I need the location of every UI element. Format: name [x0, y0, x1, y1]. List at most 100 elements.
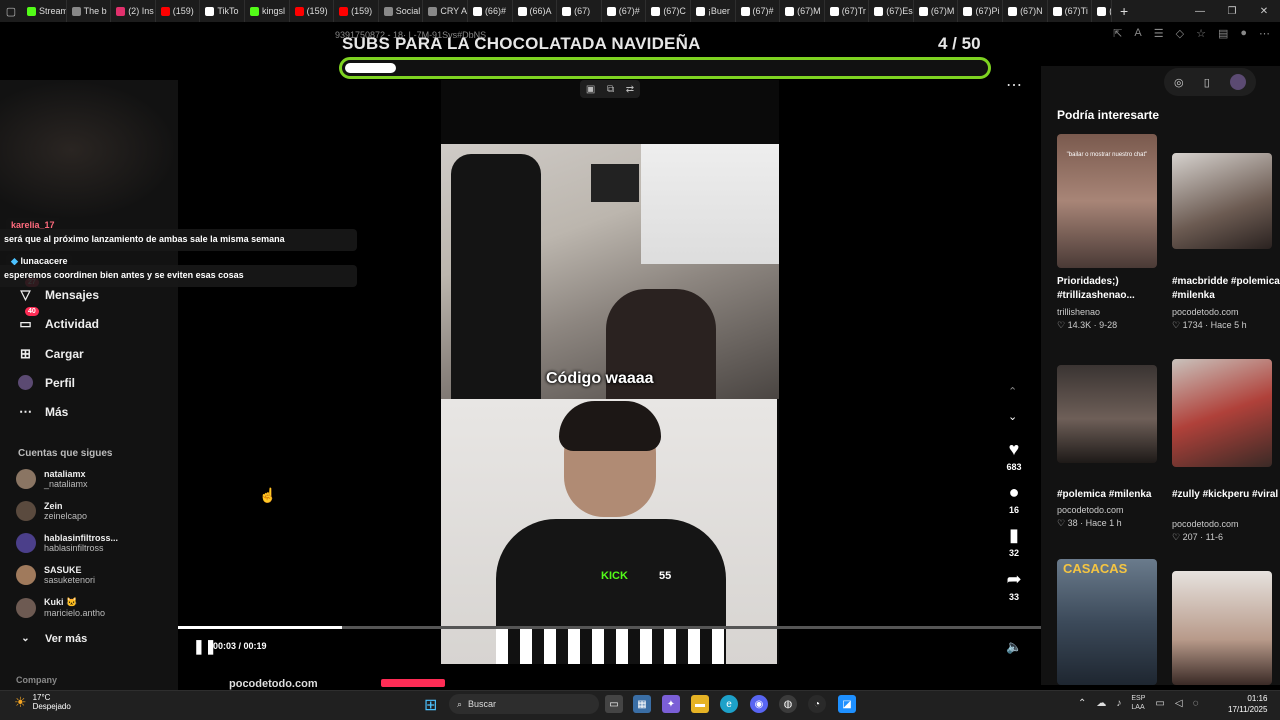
recommendation-thumbnail[interactable]	[1172, 359, 1272, 467]
recommendation-thumbnail[interactable]	[1057, 365, 1157, 463]
copilot-icon[interactable]: ✦	[662, 695, 680, 713]
file-explorer-icon[interactable]: ▬	[691, 695, 709, 713]
browser-tab[interactable]: (66)#	[468, 0, 513, 22]
like-button[interactable]: ♥ 683	[1000, 440, 1028, 472]
discord-icon[interactable]: ◉	[750, 695, 768, 713]
share-button[interactable]: ➦ 33	[1000, 570, 1028, 602]
recommendation-caption[interactable]: #zully #kickperu #viral	[1172, 488, 1280, 502]
previous-video-icon[interactable]: ⌃	[1008, 385, 1017, 398]
browser-tab[interactable]: (159)	[290, 0, 335, 22]
browser-tab[interactable]: (67)#	[736, 0, 781, 22]
profile-icon[interactable]: ●	[1240, 27, 1247, 40]
following-account[interactable]: Kuki 🐱 maricielo.antho	[16, 597, 105, 618]
browser-tab[interactable]: (159)	[334, 0, 379, 22]
taskbar-search[interactable]: ⌕ Buscar	[449, 694, 599, 714]
see-more-button[interactable]: ⌄ Ver más	[18, 631, 87, 646]
browser-tab[interactable]: (67)Pi	[958, 0, 1004, 22]
recommendation-author[interactable]: pocodetodo.com	[1172, 519, 1239, 529]
speaker-icon[interactable]: ◁	[1175, 698, 1183, 709]
browser-tab[interactable]: Social	[379, 0, 424, 22]
recommendation-thumbnail[interactable]: "bailar o mostrar nuestro chat"	[1057, 134, 1157, 268]
volume-icon[interactable]: 🔈	[1006, 639, 1022, 655]
browser-tab[interactable]: (67)#	[602, 0, 647, 22]
picture-in-picture-icon[interactable]: ⧉	[607, 84, 614, 95]
recommendation-caption[interactable]: #macbridde #polemica #milenka	[1172, 275, 1280, 303]
following-account[interactable]: hablasinfiltross... hablasinfiltross	[16, 533, 118, 553]
browser-tab[interactable]: Stream	[22, 0, 67, 22]
browser-tab[interactable]: CRY A	[423, 0, 468, 22]
recommendation-author[interactable]: pocodetodo.com	[1172, 307, 1239, 317]
open-in-app-icon[interactable]: ⇱	[1113, 27, 1122, 40]
edge-icon[interactable]: e	[720, 695, 738, 713]
app-icon[interactable]: ◔	[808, 695, 826, 713]
device-icon[interactable]: ▯	[1204, 76, 1210, 89]
next-video-icon[interactable]: ⌄	[1008, 410, 1017, 423]
menu-icon[interactable]: ⋯	[1259, 27, 1270, 40]
new-tab-icon[interactable]: +	[1112, 3, 1136, 19]
recommendation-caption[interactable]: #polemica #milenka	[1057, 488, 1165, 502]
sidebar-item-more[interactable]: ⋯ Más	[18, 404, 68, 419]
sidebar-item-activity[interactable]: ▭ 40 Actividad	[18, 307, 99, 331]
comment-button[interactable]: ● 16	[1000, 483, 1028, 515]
compass-icon[interactable]: ◎	[1174, 76, 1184, 89]
browser-tab[interactable]: (	[1092, 0, 1112, 22]
browser-tab[interactable]: (67)Tr	[825, 0, 870, 22]
avatar[interactable]	[1229, 74, 1246, 90]
chevron-up-icon[interactable]: ⌃	[1078, 698, 1086, 709]
collections-icon[interactable]: ▤	[1218, 27, 1228, 40]
microphone-icon[interactable]: ♪	[1116, 698, 1121, 709]
windows-start-icon[interactable]: ⊞	[424, 695, 437, 715]
task-view-icon[interactable]: ▭	[605, 695, 623, 713]
extensions-icon[interactable]: ◇	[1176, 27, 1184, 40]
screenshot-icon[interactable]: ▣	[586, 84, 595, 95]
store-icon[interactable]: ▦	[633, 695, 651, 713]
recommendation-thumbnail[interactable]	[1172, 571, 1272, 685]
browser-tab[interactable]: (67)Ti	[1048, 0, 1093, 22]
browser-tab[interactable]: The b	[67, 0, 112, 22]
follow-button[interactable]	[381, 679, 445, 687]
following-account[interactable]: Zein zeinelcapo	[16, 501, 87, 521]
minimize-icon[interactable]: —	[1184, 0, 1216, 22]
sidebar-item-messages[interactable]: ▽27 Mensajes	[18, 278, 99, 302]
weather-widget[interactable]: ☀ 17°C Despejado	[14, 693, 71, 711]
recommendation-author[interactable]: trillishenao	[1057, 307, 1100, 317]
notification-icon[interactable]: ◌	[1193, 698, 1199, 709]
translate-icon[interactable]: A	[1134, 27, 1141, 40]
monitor-icon[interactable]: ▭	[1155, 698, 1164, 709]
taskbar-clock[interactable]: 01:16 17/11/2025	[1228, 693, 1267, 715]
translate-icon[interactable]: ⇄	[626, 84, 634, 95]
app-icon[interactable]: ◍	[779, 695, 797, 713]
browser-tab[interactable]: (67)N	[1003, 0, 1048, 22]
language-indicator[interactable]: ESP LAA	[1131, 694, 1145, 712]
browser-tab[interactable]: (67)	[557, 0, 602, 22]
save-button[interactable]: ▮ 32	[1000, 526, 1028, 558]
sidebar-item-profile[interactable]: Perfil	[18, 375, 75, 390]
sidebar-item-upload[interactable]: ⊞ Cargar	[18, 346, 84, 361]
browser-tab[interactable]: (67)C	[646, 0, 691, 22]
browser-tab[interactable]: (159)	[156, 0, 201, 22]
recommendation-author[interactable]: pocodetodo.com	[1057, 505, 1124, 515]
browser-tab[interactable]: ¡Buer	[691, 0, 736, 22]
cloud-icon[interactable]: ☁	[1096, 698, 1106, 709]
maximize-icon[interactable]: ❐	[1216, 0, 1248, 22]
following-account[interactable]: nataliamx _nataliamx	[16, 469, 88, 489]
read-aloud-icon[interactable]: ☰	[1154, 27, 1164, 40]
browser-tab[interactable]: (67)M	[914, 0, 959, 22]
recommendation-thumbnail[interactable]	[1172, 153, 1272, 249]
browser-tab[interactable]: kingsl	[245, 0, 290, 22]
browser-tab[interactable]: TikTo	[200, 0, 245, 22]
video-author[interactable]: pocodetodo.com	[229, 678, 318, 690]
browser-tab[interactable]: (67)Es	[869, 0, 914, 22]
favorites-icon[interactable]: ☆	[1196, 27, 1206, 40]
app-icon[interactable]: ◪	[838, 695, 856, 713]
video-progress-bar[interactable]	[178, 626, 1041, 629]
browser-tab[interactable]: (2) Ins	[111, 0, 156, 22]
recommendation-thumbnail[interactable]: CASACAS	[1057, 559, 1157, 685]
tab-actions-icon[interactable]: ▢	[0, 0, 22, 22]
more-options-icon[interactable]: ⋯	[1006, 75, 1022, 95]
close-window-icon[interactable]: ✕	[1248, 0, 1280, 22]
browser-tab[interactable]: (66)A	[513, 0, 558, 22]
browser-tab[interactable]: (67)M	[780, 0, 825, 22]
recommendation-caption[interactable]: Prioridades;) #trillizashenao...	[1057, 275, 1165, 303]
following-account[interactable]: SASUKE sasuketenori	[16, 565, 95, 585]
